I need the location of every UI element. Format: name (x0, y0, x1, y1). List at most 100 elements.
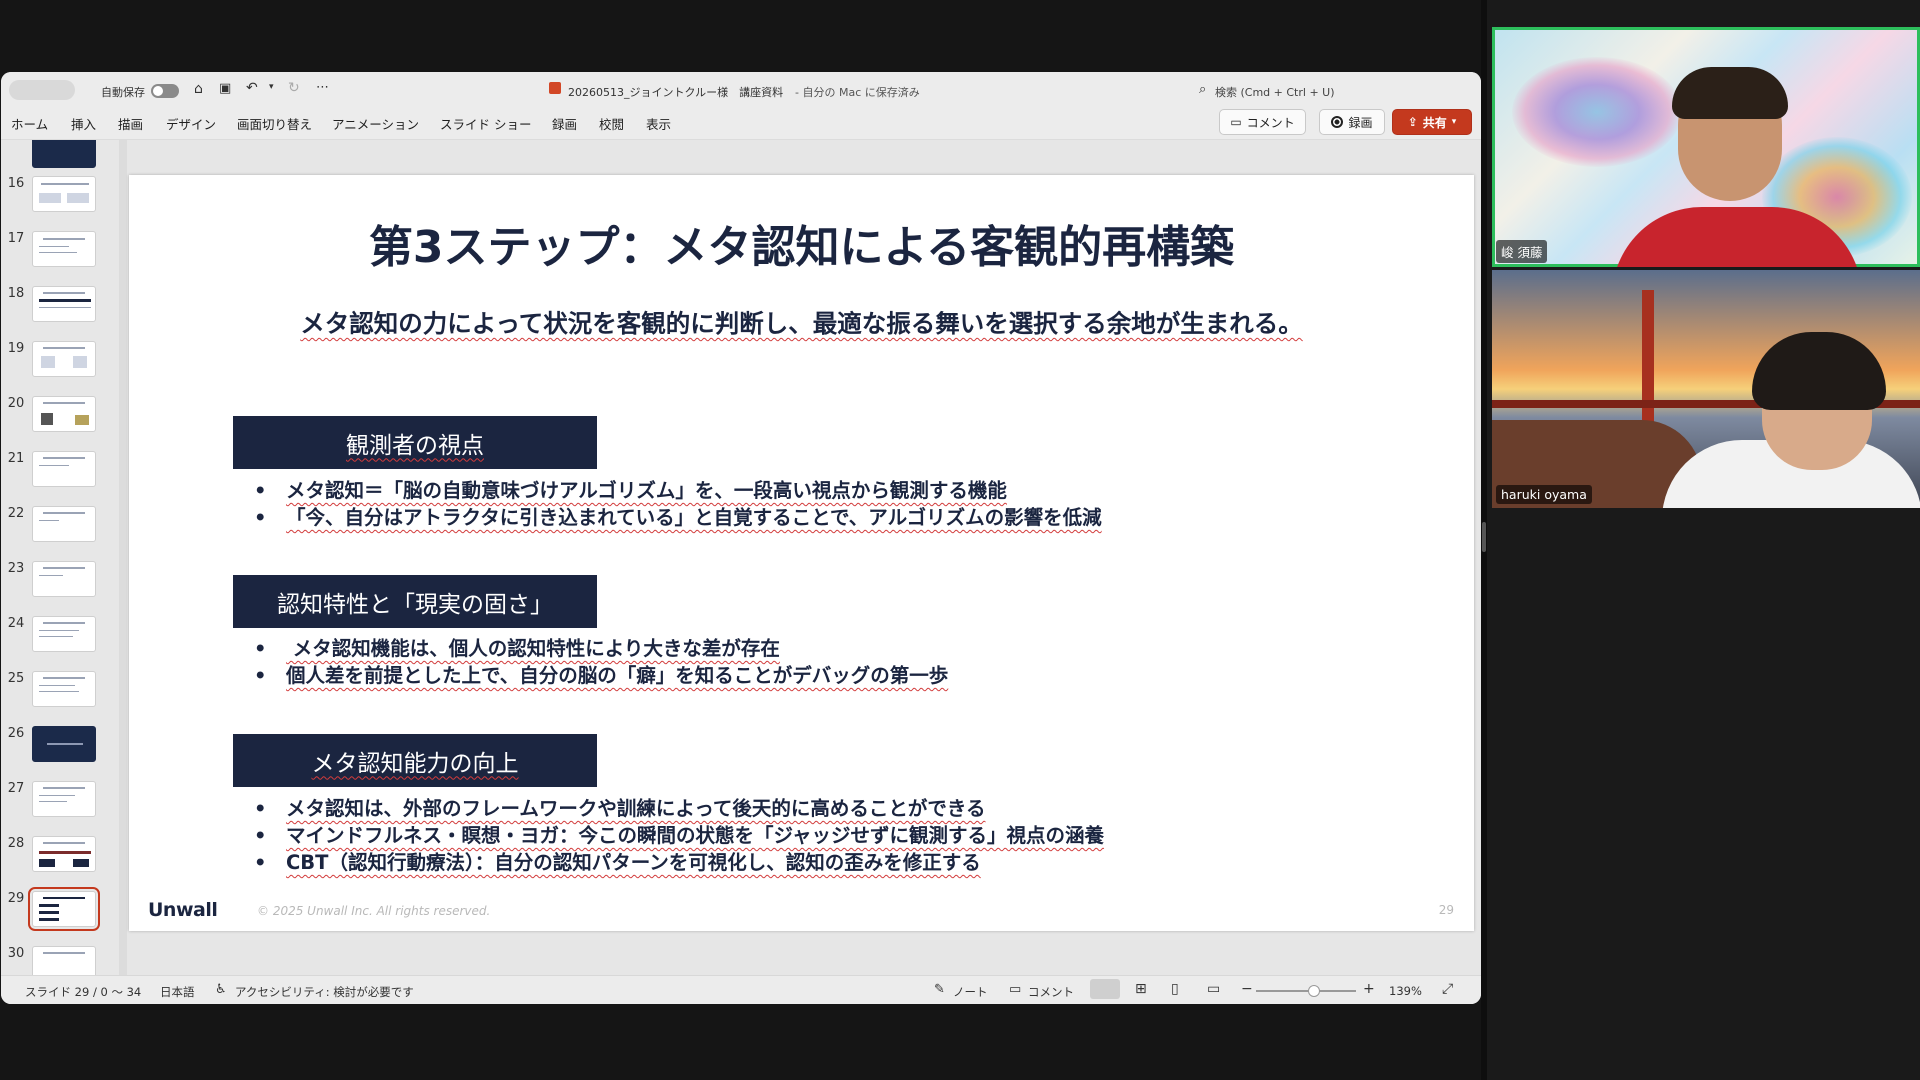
slide-number: 26 (7, 726, 25, 741)
comment-icon: ▭ (1009, 982, 1022, 997)
slide-thumbnail[interactable] (32, 341, 96, 377)
search-input[interactable]: 検索 (Cmd + Ctrl + U) (1215, 84, 1335, 100)
bullet-list[interactable]: メタ認知は、外部のフレームワークや訓練によって後天的に高めることができる マイン… (254, 795, 1104, 876)
redo-icon[interactable]: ↻ (288, 80, 300, 96)
slide-number: 30 (7, 946, 25, 961)
undo-icon[interactable]: ↶ (246, 80, 258, 96)
slide-number: 16 (7, 176, 25, 191)
tab-slideshow[interactable]: スライド ショー (440, 114, 531, 133)
bullet-text: メタ認知＝「脳の自動意味づけアルゴリズム」を、一段高い視点から観測する機能 (286, 479, 1007, 502)
normal-view-icon[interactable] (1090, 979, 1120, 999)
tab-insert[interactable]: 挿入 (71, 114, 96, 133)
accessibility-icon: ♿ (215, 982, 227, 997)
slide-thumbnail-pane[interactable]: 16 17 18 19 20 21 22 23 24 25 26 27 28 2… (1, 140, 119, 975)
bullet-list[interactable]: メタ認知機能は、個人の認知特性により大きな差が存在 個人差を前提とした上で、自分… (254, 635, 948, 689)
chevron-down-icon: ▾ (1451, 117, 1457, 127)
record-label: 録画 (1348, 115, 1373, 130)
slide-page-number: 29 (1438, 903, 1454, 917)
tab-record[interactable]: 録画 (552, 114, 577, 133)
tab-home[interactable]: ホーム (11, 114, 48, 133)
bullet-text: メタ認知機能は、個人の認知特性により大きな差が存在 (286, 637, 780, 660)
section-heading[interactable]: 観測者の視点 (233, 416, 597, 469)
slide-thumbnail-selected[interactable] (28, 887, 100, 931)
section-heading-text: 観測者の視点 (346, 432, 484, 459)
panel-resize-handle[interactable] (1482, 522, 1486, 552)
slide-thumbnail[interactable] (32, 506, 96, 542)
participant-video-tile[interactable]: haruki oyama (1492, 270, 1920, 508)
slide-thumbnail[interactable] (32, 561, 96, 597)
tab-review[interactable]: 校閲 (599, 114, 624, 133)
autosave-toggle[interactable] (151, 84, 179, 98)
slide-thumbnail[interactable] (32, 286, 96, 322)
more-icon[interactable]: ⋯ (316, 80, 329, 95)
tab-animations[interactable]: アニメーション (332, 114, 419, 133)
slideshow-view-icon[interactable]: ▭ (1207, 981, 1220, 997)
document-title[interactable]: 20260513_ジョイントクルー様 講座資料 (568, 84, 783, 100)
slide-thumbnail[interactable] (32, 671, 96, 707)
slide-info: スライド 29 / 0 〜 34 (25, 985, 142, 999)
bullet-item: メタ認知＝「脳の自動意味づけアルゴリズム」を、一段高い視点から観測する機能 (254, 477, 1102, 504)
record-button[interactable]: 録画 (1319, 109, 1385, 135)
slide-number: 20 (7, 396, 25, 411)
section-heading-text: メタ認知能力の向上 (311, 750, 519, 777)
language-indicator[interactable]: 日本語 (160, 984, 195, 1000)
bullet-item: マインドフルネス・瞑想・ヨガ：今この瞬間の状態を「ジャッジせずに観測する」視点の… (254, 822, 1104, 849)
zoom-level[interactable]: 139% (1389, 984, 1422, 998)
slide-number: 23 (7, 561, 25, 576)
slide[interactable]: 第3ステップ：メタ認知による客観的再構築 メタ認知の力によって状況を客観的に判断… (129, 175, 1474, 931)
slide-thumbnail[interactable] (32, 140, 96, 168)
save-icon[interactable]: ▣ (219, 81, 231, 96)
slide-title[interactable]: 第3ステップ：メタ認知による客観的再構築 (129, 211, 1474, 275)
comment-icon: ▭ (1230, 115, 1242, 129)
slide-thumbnail[interactable] (32, 616, 96, 652)
slide-subtitle[interactable]: メタ認知の力によって状況を客観的に判断し、最適な振る舞いを選択する余地が生まれる… (129, 305, 1474, 340)
reading-view-icon[interactable]: ▯ (1171, 981, 1179, 997)
slide-thumbnail[interactable] (32, 451, 96, 487)
slide-number: 21 (7, 451, 25, 466)
zoom-out-icon[interactable]: − (1241, 981, 1253, 997)
section-heading[interactable]: メタ認知能力の向上 (233, 734, 597, 787)
record-icon (1331, 116, 1344, 128)
notes-button[interactable]: ノート (953, 984, 988, 1000)
bullet-item: メタ認知は、外部のフレームワークや訓練によって後天的に高めることができる (254, 795, 1104, 822)
slide-thumbnail[interactable] (32, 781, 96, 817)
comment-button[interactable]: ▭ コメント (1219, 109, 1306, 135)
share-icon: ⇪ (1407, 115, 1418, 129)
tab-design[interactable]: デザイン (166, 114, 216, 133)
slide-number: 19 (7, 341, 25, 356)
home-icon[interactable]: ⌂ (194, 81, 203, 97)
slide-thumbnail[interactable] (32, 396, 96, 432)
slide-thumbnail[interactable] (32, 946, 96, 975)
autosave-label: 自動保存 (101, 86, 145, 99)
status-bar: スライド 29 / 0 〜 34 日本語 ♿ アクセシビリティ: 検討が必要です… (1, 975, 1481, 1004)
slide-thumbnail[interactable] (32, 231, 96, 267)
thumbnail-scrollbar[interactable] (119, 140, 127, 975)
section-heading[interactable]: 認知特性と「現実の固さ」 (233, 575, 597, 628)
participant-video-tile-active[interactable]: 峻 須藤 (1492, 27, 1920, 267)
grid-view-icon[interactable]: ⊞ (1135, 981, 1147, 997)
tab-draw[interactable]: 描画 (118, 114, 143, 133)
slide-thumbnail[interactable] (32, 176, 96, 212)
chevron-down-icon[interactable]: ▾ (269, 82, 274, 92)
share-button[interactable]: ⇪ 共有 ▾ (1392, 109, 1472, 135)
slide-thumbnail[interactable] (32, 836, 96, 872)
sidebar-toggle-button[interactable] (9, 80, 75, 100)
slide-number: 22 (7, 506, 25, 521)
participant-hair (1672, 67, 1788, 119)
powerpoint-file-icon (549, 82, 561, 94)
bullet-list[interactable]: メタ認知＝「脳の自動意味づけアルゴリズム」を、一段高い視点から観測する機能 「今… (254, 477, 1102, 531)
participant-name: haruki oyama (1496, 485, 1592, 504)
tab-view[interactable]: 表示 (646, 114, 671, 133)
comments-button[interactable]: コメント (1028, 984, 1074, 1000)
fit-to-window-icon[interactable]: ⤢ (1442, 981, 1453, 997)
accessibility-status[interactable]: アクセシビリティ: 検討が必要です (235, 984, 414, 1000)
notes-icon: ✎ (934, 982, 945, 997)
tab-transitions[interactable]: 画面切り替え (237, 114, 312, 133)
slide-thumbnail[interactable] (32, 726, 96, 762)
participant-name: 峻 須藤 (1496, 240, 1548, 263)
save-status[interactable]: - 自分の Mac に保存済み (795, 84, 920, 100)
comment-label: コメント (1246, 115, 1295, 130)
zoom-slider[interactable] (1256, 985, 1356, 997)
share-label: 共有 (1422, 115, 1447, 130)
zoom-in-icon[interactable]: + (1363, 981, 1375, 997)
